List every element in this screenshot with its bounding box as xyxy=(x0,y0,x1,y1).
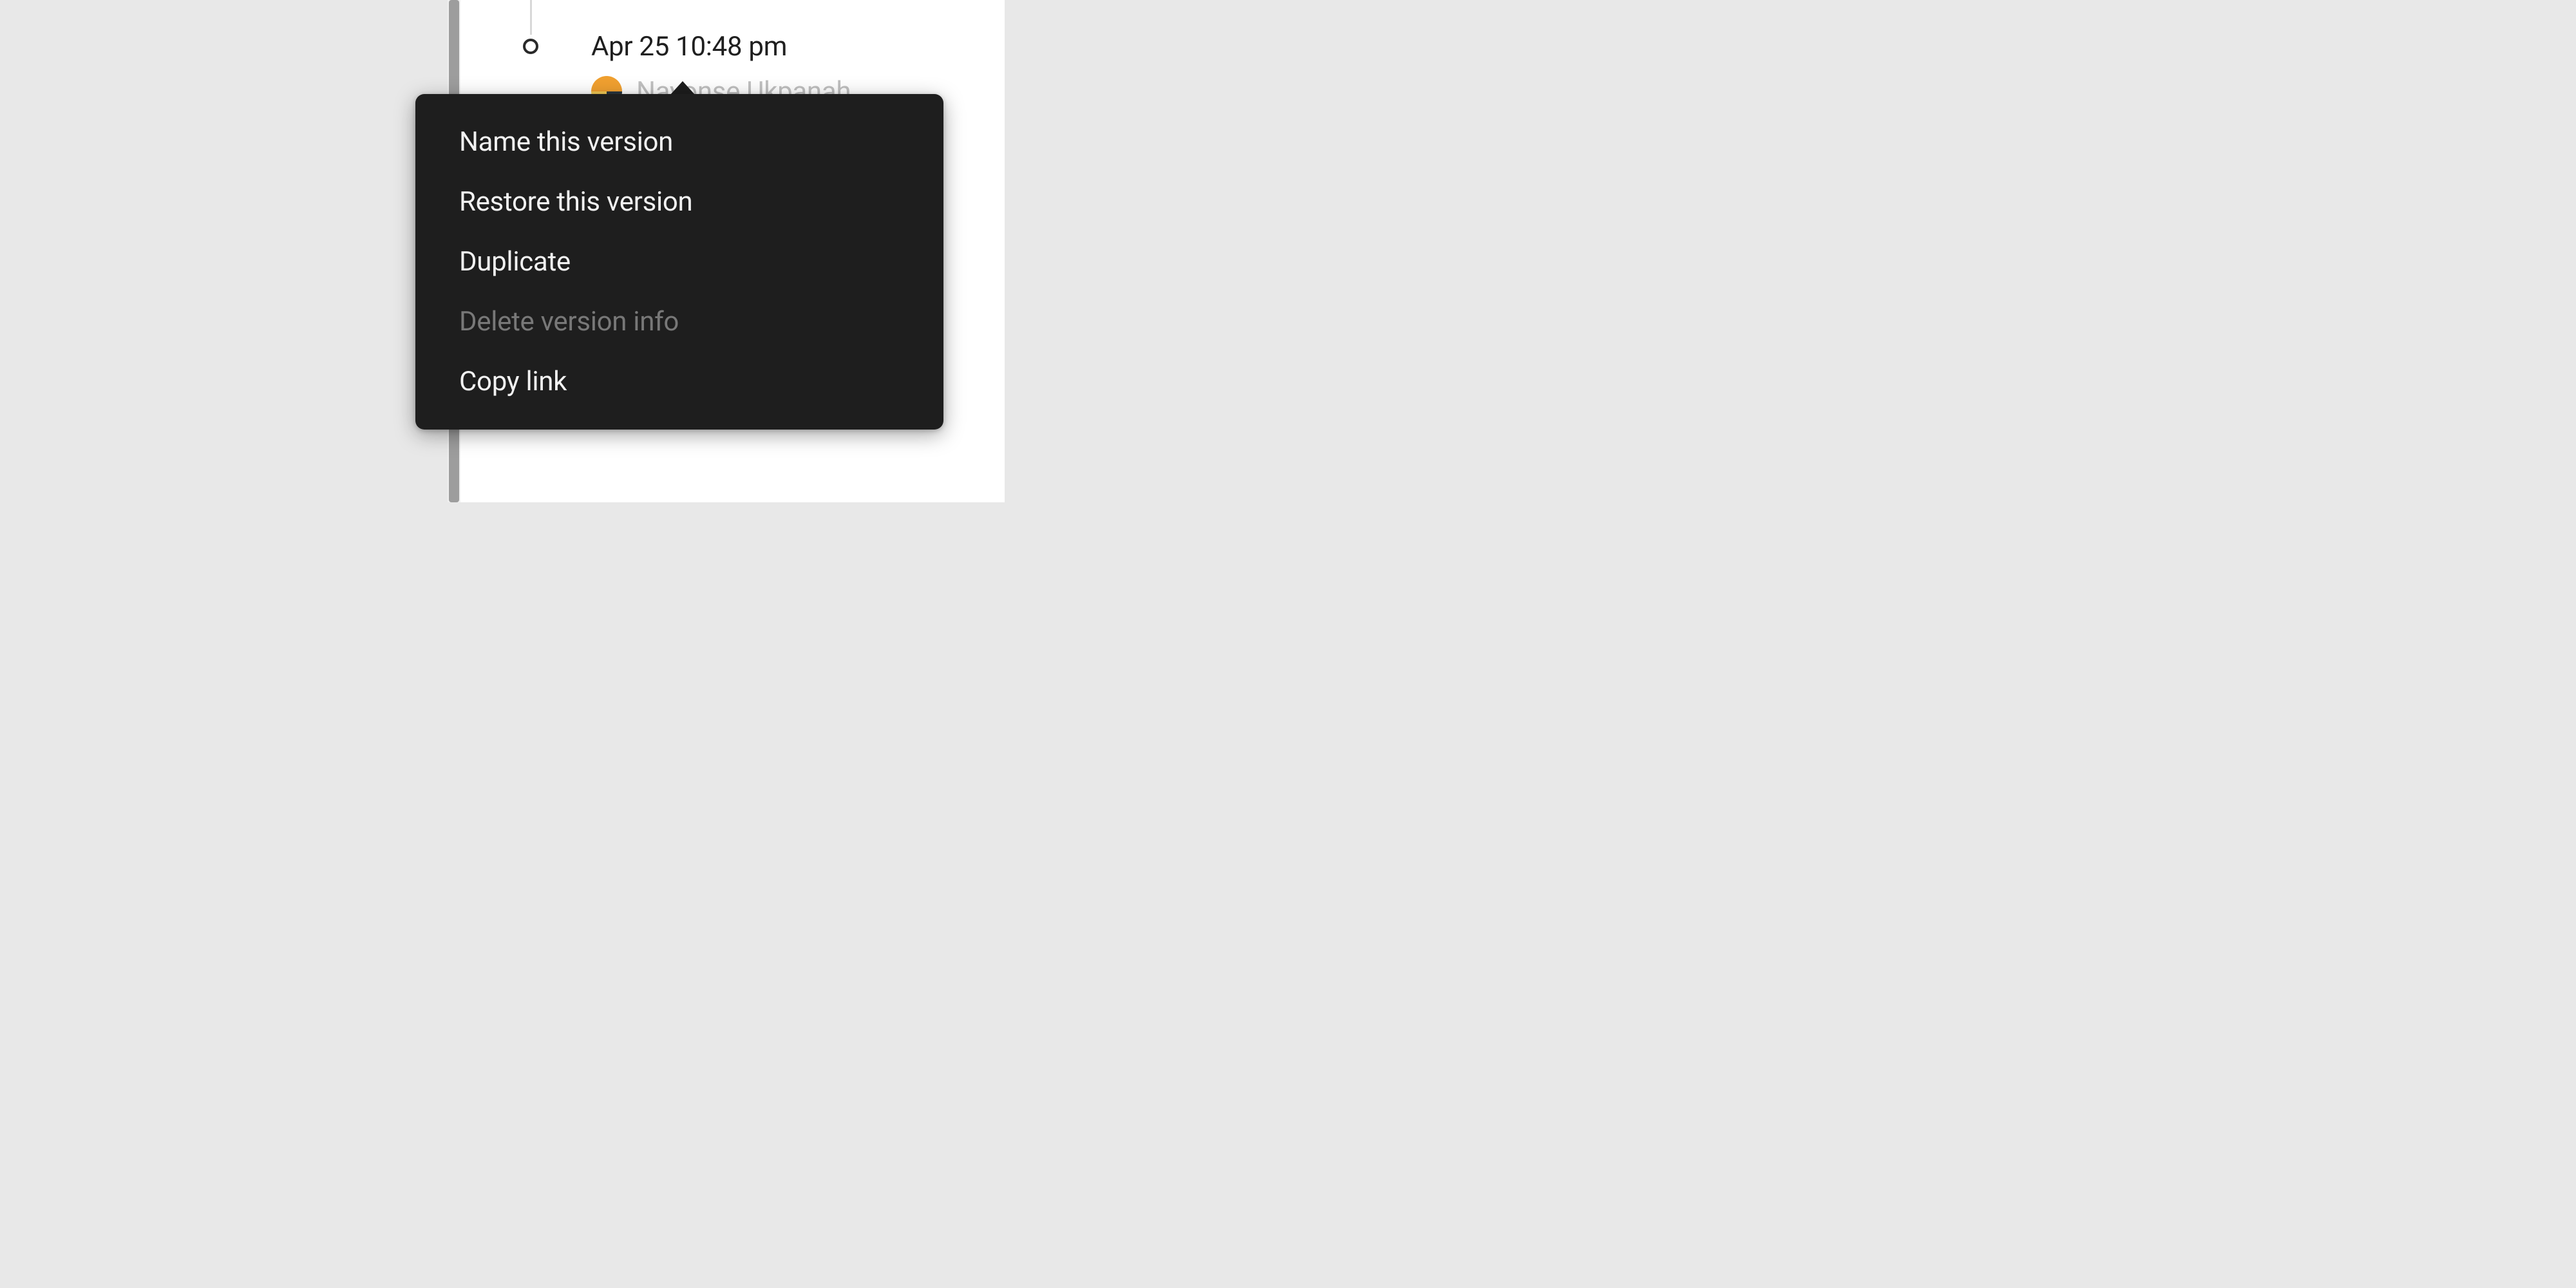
version-timestamp[interactable]: Apr 25 10:48 pm xyxy=(591,31,787,62)
menu-item-copy-link[interactable]: Copy link xyxy=(415,352,943,412)
version-context-menu: Name this version Restore this version D… xyxy=(415,94,943,430)
menu-item-duplicate[interactable]: Duplicate xyxy=(415,232,943,292)
canvas-area xyxy=(0,0,448,502)
menu-item-restore-version[interactable]: Restore this version xyxy=(415,172,943,232)
timeline-dot-icon xyxy=(523,39,538,54)
context-menu-caret-icon xyxy=(670,81,696,95)
menu-item-delete-version-info: Delete version info xyxy=(415,292,943,352)
timeline-line xyxy=(530,0,532,35)
menu-item-name-version[interactable]: Name this version xyxy=(415,112,943,172)
